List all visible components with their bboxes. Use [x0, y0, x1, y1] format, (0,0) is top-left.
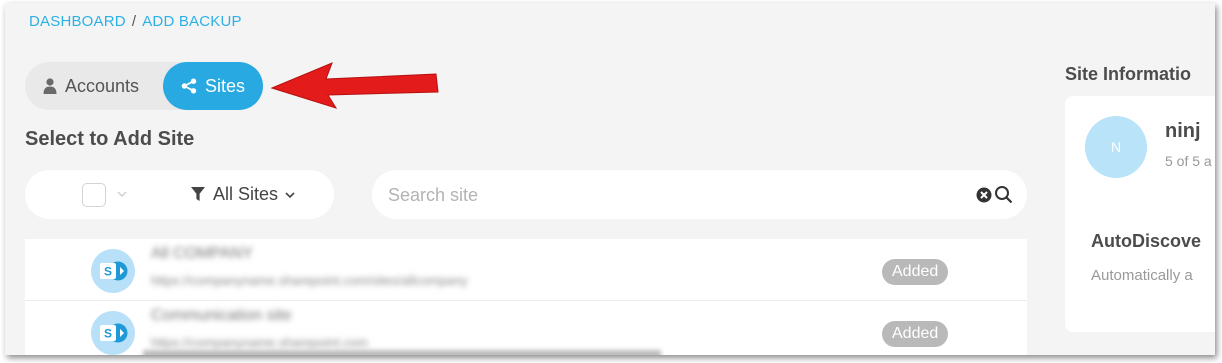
- site-url: https://companyname.sharepoint.com: [151, 335, 368, 350]
- red-arrow-annotation: [270, 62, 439, 109]
- search-input[interactable]: [388, 180, 948, 210]
- user-icon: [43, 78, 57, 94]
- site-url: https://companyname.sharepoint.com/sites…: [151, 273, 468, 288]
- site-name: Communication site: [151, 307, 292, 324]
- share-icon: [181, 78, 197, 94]
- site-information-card: N ninj 5 of 5 a AutoDiscove Automaticall…: [1065, 96, 1215, 332]
- search-icon[interactable]: [994, 185, 1014, 205]
- list-item[interactable]: S All COMPANY https://companyname.sharep…: [25, 239, 1027, 301]
- breadcrumb-add-backup-link[interactable]: ADD BACKUP: [142, 13, 242, 30]
- svg-text:S: S: [104, 327, 112, 341]
- autodiscover-description: Automatically a: [1091, 267, 1193, 284]
- tab-accounts[interactable]: Accounts: [25, 62, 165, 110]
- site-count: 5 of 5 a: [1165, 153, 1212, 169]
- autodiscover-title: AutoDiscove: [1091, 231, 1202, 251]
- app-window: DASHBOARD / ADD BACKUP Accounts Sites Sele…: [5, 3, 1215, 355]
- svg-text:S: S: [104, 265, 112, 279]
- search-bar: [372, 170, 1027, 219]
- tab-accounts-label: Accounts: [65, 75, 140, 96]
- chevron-down-icon[interactable]: [116, 185, 128, 203]
- filter-label: All Sites: [213, 184, 279, 204]
- clear-icon[interactable]: [976, 187, 992, 203]
- status-badge: Added: [882, 259, 949, 285]
- status-badge: Added: [882, 321, 949, 347]
- avatar: N: [1085, 116, 1147, 178]
- site-information-heading: Site Informatio: [1065, 64, 1192, 84]
- filter-icon: [191, 187, 205, 201]
- list-item[interactable]: S Communication site https://companyname…: [25, 301, 1027, 355]
- tab-sites-label: Sites: [205, 75, 246, 96]
- tenant-name: ninj: [1165, 120, 1201, 142]
- all-sites-filter-button[interactable]: All Sites: [191, 170, 304, 219]
- site-name: All COMPANY: [151, 245, 253, 262]
- breadcrumb-dashboard-link[interactable]: DASHBOARD: [29, 13, 126, 30]
- redaction-bar: [143, 350, 661, 355]
- view-toggle: Accounts Sites: [25, 62, 263, 110]
- select-all-checkbox[interactable]: [82, 183, 106, 207]
- filter-bar: All Sites: [25, 170, 334, 219]
- sharepoint-icon: S: [91, 249, 135, 293]
- section-title: Select to Add Site: [25, 128, 195, 150]
- breadcrumb: DASHBOARD / ADD BACKUP: [29, 13, 242, 30]
- sharepoint-icon: S: [91, 311, 135, 355]
- site-list: S All COMPANY https://companyname.sharep…: [25, 239, 1027, 355]
- breadcrumb-separator: /: [131, 13, 137, 30]
- tab-sites[interactable]: Sites: [163, 62, 263, 110]
- chevron-down-icon: [285, 191, 295, 198]
